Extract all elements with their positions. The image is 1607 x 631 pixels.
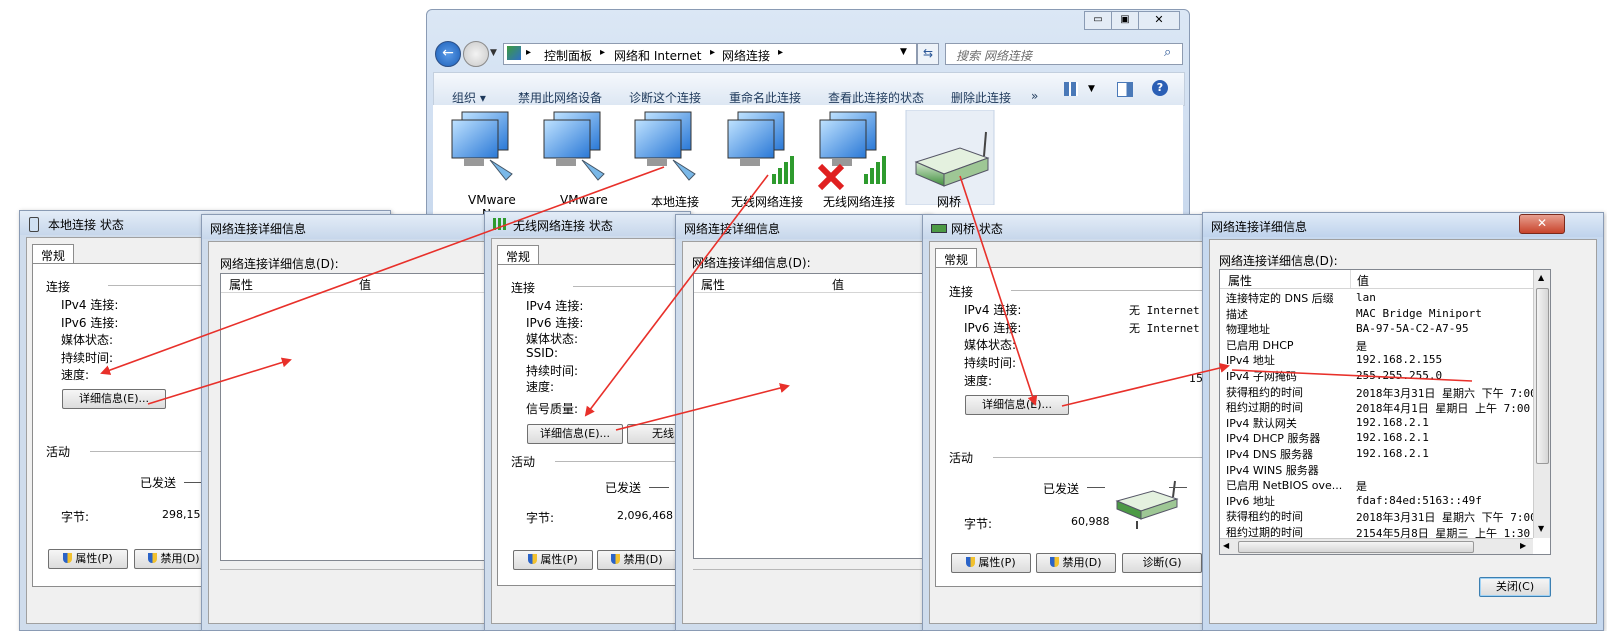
arrow-details-3 (1061, 363, 1230, 407)
arrow-wireless-to-signal (584, 174, 769, 417)
arrow-details-2 (615, 383, 790, 431)
arrow-details-1 (147, 357, 292, 405)
arrow-bridge-to-details (959, 175, 1038, 406)
arrow-local-to-speed (100, 166, 665, 375)
annotation-arrows (100, 166, 1473, 431)
underline-ipv4 (1231, 369, 1473, 382)
